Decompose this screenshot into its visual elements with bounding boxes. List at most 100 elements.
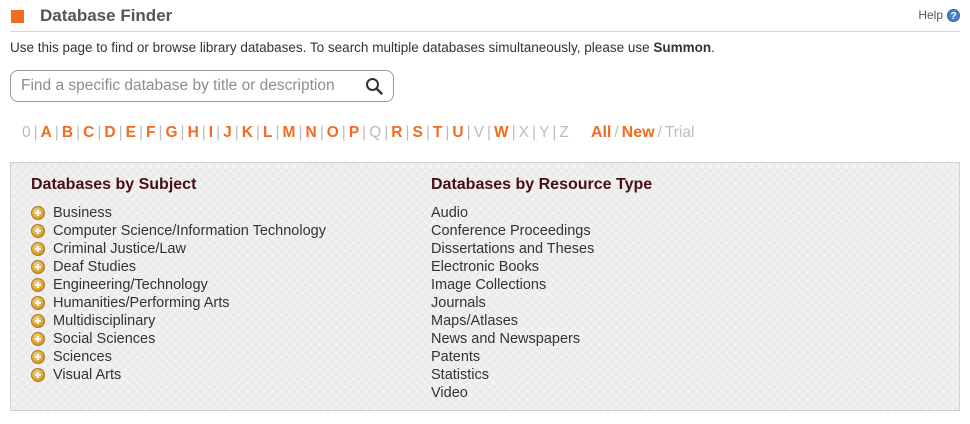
resource-type-item[interactable]: Maps/Atlases <box>431 312 652 330</box>
alphabet-separator: | <box>201 124 206 141</box>
help-label[interactable]: Help <box>918 8 943 22</box>
resource-type-item[interactable]: Audio <box>431 204 652 222</box>
subject-item[interactable]: Deaf Studies <box>31 258 326 276</box>
search-icon[interactable] <box>365 77 383 95</box>
resource-type-item[interactable]: Conference Proceedings <box>431 222 652 240</box>
expand-plus-icon[interactable] <box>31 260 45 274</box>
expand-plus-icon[interactable] <box>31 314 45 328</box>
alphabet-separator: | <box>275 124 280 141</box>
letter-e[interactable]: E <box>126 124 136 141</box>
subject-label[interactable]: Humanities/Performing Arts <box>53 294 229 312</box>
subject-label[interactable]: Visual Arts <box>53 366 121 384</box>
letter-0: 0 <box>22 124 31 141</box>
alphabet-separator: | <box>76 124 81 141</box>
alphabet-separator: | <box>445 124 450 141</box>
expand-plus-icon[interactable] <box>31 242 45 256</box>
letter-x: X <box>518 124 530 141</box>
letter-v: V <box>473 124 484 141</box>
subject-label[interactable]: Multidisciplinary <box>53 312 155 330</box>
letter-b[interactable]: B <box>62 124 73 141</box>
filter-new[interactable]: New <box>622 124 655 141</box>
letter-r[interactable]: R <box>391 124 402 141</box>
alphabet-separator: | <box>33 124 38 141</box>
page-header: Database Finder Help ? <box>10 0 960 32</box>
letter-o[interactable]: O <box>327 124 339 141</box>
expand-plus-icon[interactable] <box>31 332 45 346</box>
letter-p[interactable]: P <box>349 124 359 141</box>
subject-item[interactable]: Computer Science/Information Technology <box>31 222 326 240</box>
subject-heading: Databases by Subject <box>31 176 197 193</box>
subject-label[interactable]: Criminal Justice/Law <box>53 240 186 258</box>
letter-k[interactable]: K <box>242 124 253 141</box>
letter-w[interactable]: W <box>494 124 509 141</box>
subject-label[interactable]: Computer Science/Information Technology <box>53 222 326 240</box>
expand-plus-icon[interactable] <box>31 224 45 238</box>
resource-type-item[interactable]: News and Newspapers <box>431 330 652 348</box>
help-icon[interactable]: ? <box>947 8 960 22</box>
intro-text: Use this page to find or browse library … <box>10 40 715 55</box>
alphabet-separator: | <box>234 124 239 141</box>
alphabet-separator: | <box>180 124 185 141</box>
letter-y: Y <box>539 124 550 141</box>
subject-label[interactable]: Sciences <box>53 348 112 366</box>
subject-label[interactable]: Engineering/Technology <box>53 276 208 294</box>
subject-label[interactable]: Deaf Studies <box>53 258 136 276</box>
expand-plus-icon[interactable] <box>31 350 45 364</box>
resource-type-item[interactable]: Patents <box>431 348 652 366</box>
subject-item[interactable]: Engineering/Technology <box>31 276 326 294</box>
subject-label[interactable]: Business <box>53 204 112 222</box>
letter-c[interactable]: C <box>83 124 94 141</box>
resource-type-item[interactable]: Image Collections <box>431 276 652 294</box>
letter-d[interactable]: D <box>104 124 115 141</box>
expand-plus-icon[interactable] <box>31 278 45 292</box>
expand-plus-icon[interactable] <box>31 296 45 310</box>
resource-type-list: Audio Conference Proceedings Dissertations… <box>431 204 652 402</box>
subject-item[interactable]: Sciences <box>31 348 326 366</box>
resource-type-item[interactable]: Journals <box>431 294 652 312</box>
alphabet-separator: | <box>384 124 389 141</box>
letter-n[interactable]: N <box>305 124 316 141</box>
filter-all[interactable]: All <box>591 124 611 141</box>
browse-panel: Databases by Subject Business Computer Sc… <box>10 162 960 411</box>
letter-t[interactable]: T <box>433 124 442 141</box>
letter-a[interactable]: A <box>41 124 52 141</box>
intro-message: Use this page to find or browse library … <box>10 40 654 55</box>
resource-type-item[interactable]: Statistics <box>431 366 652 384</box>
help-link[interactable]: Help ? <box>918 8 960 22</box>
letter-m[interactable]: M <box>283 124 296 141</box>
letter-q: Q <box>369 124 382 141</box>
resource-type-item[interactable]: Electronic Books <box>431 258 652 276</box>
letter-z: Z <box>559 124 569 141</box>
letter-j[interactable]: J <box>223 124 232 141</box>
alphabet-separator: | <box>425 124 430 141</box>
page-title: Database Finder <box>40 6 173 25</box>
alphabet-separator: | <box>138 124 143 141</box>
intro-suffix: . <box>711 40 715 55</box>
resource-type-item[interactable]: Dissertations and Theses <box>431 240 652 258</box>
filter-separator: / <box>657 124 662 141</box>
expand-plus-icon[interactable] <box>31 368 45 382</box>
subject-column: Databases by Subject Business Computer Sc… <box>31 176 326 384</box>
subject-item[interactable]: Visual Arts <box>31 366 326 384</box>
letter-u[interactable]: U <box>452 124 463 141</box>
resource-type-item[interactable]: Video <box>431 384 652 402</box>
alphabet-separator: | <box>362 124 367 141</box>
alphabet-filter: 0 | A | B | C | D | E | F | G | H | I | J | K | L | M | N | O | P | Q | R | S |… <box>22 124 694 142</box>
letter-g[interactable]: G <box>165 124 177 141</box>
expand-plus-icon[interactable] <box>31 206 45 220</box>
subject-label[interactable]: Social Sciences <box>53 330 155 348</box>
summon-link[interactable]: Summon <box>653 40 711 55</box>
subject-item[interactable]: Criminal Justice/Law <box>31 240 326 258</box>
letter-h[interactable]: H <box>188 124 199 141</box>
subject-item[interactable]: Humanities/Performing Arts <box>31 294 326 312</box>
subject-item[interactable]: Business <box>31 204 326 222</box>
search-input[interactable] <box>21 76 351 96</box>
subject-item[interactable]: Social Sciences <box>31 330 326 348</box>
letter-s[interactable]: S <box>413 124 423 141</box>
alphabet-separator: | <box>298 124 303 141</box>
subject-item[interactable]: Multidisciplinary <box>31 312 326 330</box>
alphabet-separator: | <box>511 124 516 141</box>
filter-trial: Trial <box>664 124 695 141</box>
subject-list: Business Computer Science/Information Tec… <box>31 204 326 384</box>
letter-l[interactable]: L <box>263 124 272 141</box>
